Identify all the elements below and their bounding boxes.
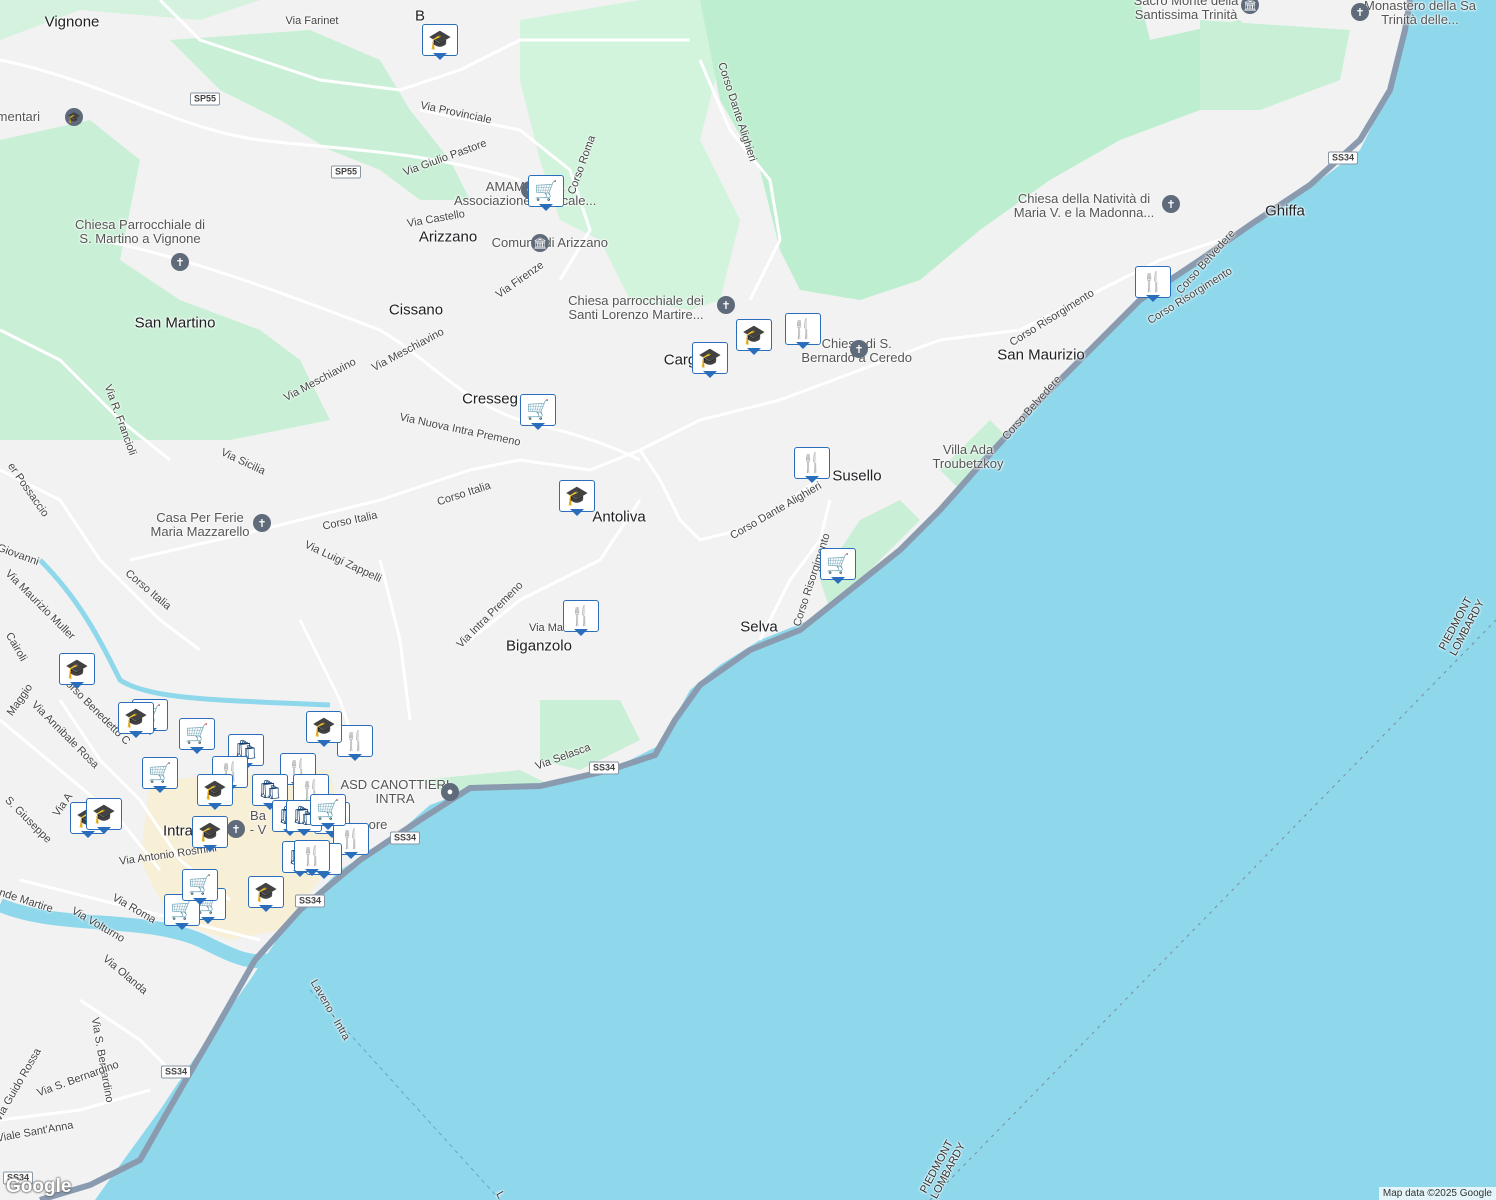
road-label: Via Ma xyxy=(528,622,564,634)
restaurant-icon: 🍴 xyxy=(343,730,367,752)
road-shield: SP55 xyxy=(189,92,221,106)
shopping-bag-icon: 🛍 xyxy=(257,779,283,801)
church-icon[interactable]: ✝ xyxy=(253,514,271,532)
poi-label[interactable]: Villa Ada Troubetzkoy xyxy=(932,443,1003,471)
restaurant-icon: 🍴 xyxy=(300,845,324,867)
road-shield: SP55 xyxy=(330,165,362,179)
restaurant-marker[interactable]: 🍴 xyxy=(794,447,830,483)
pin-icon[interactable]: ● xyxy=(441,783,459,801)
place-label[interactable]: Susello xyxy=(832,468,881,485)
poi-label[interactable]: Monastero della Sa Trinità delle... xyxy=(1364,0,1476,27)
school-icon: 🎓 xyxy=(565,485,589,507)
place-label[interactable]: Biganzolo xyxy=(506,638,572,655)
shopping-cart-icon: 🛒 xyxy=(148,762,172,784)
church-icon[interactable]: ✝ xyxy=(1351,3,1369,21)
school-marker[interactable]: 🎓 xyxy=(59,653,95,689)
poi-label[interactable]: Sacro Monte della Santissima Trinità xyxy=(1134,0,1239,22)
school-icon: 🎓 xyxy=(124,707,148,729)
school-icon: 🎓 xyxy=(254,881,278,903)
poi-label[interactable]: Casa Per Ferie Maria Mazzarello xyxy=(151,511,250,539)
school-icon: 🎓 xyxy=(428,29,452,51)
restaurant-marker[interactable]: 🍴 xyxy=(337,725,373,761)
town-hall-icon[interactable]: 🏛 xyxy=(531,234,549,252)
school-icon: 🎓 xyxy=(312,716,336,738)
place-label[interactable]: Cresseg xyxy=(462,391,518,408)
place-label[interactable]: Cissano xyxy=(389,302,443,319)
shopping-cart-icon: 🛒 xyxy=(185,723,209,745)
shopping-cart-marker[interactable]: 🛒 xyxy=(520,394,556,430)
restaurant-icon: 🍴 xyxy=(791,318,815,340)
place-label[interactable]: Arizzano xyxy=(419,229,477,246)
shopping-cart-icon: 🛒 xyxy=(188,874,212,896)
school-icon: 🎓 xyxy=(92,803,116,825)
shopping-cart-icon: 🛒 xyxy=(826,553,850,575)
poi-label[interactable]: Chiesa della Natività di Maria V. e la Ma… xyxy=(1014,192,1154,220)
school-marker[interactable]: 🎓 xyxy=(559,480,595,516)
restaurant-marker[interactable]: 🍴 xyxy=(294,840,330,876)
poi-label[interactable]: Chiesa parrocchiale dei Santi Lorenzo Mar… xyxy=(568,294,704,322)
restaurant-icon: 🍴 xyxy=(800,452,824,474)
poi-label[interactable]: ore xyxy=(369,818,388,832)
map-attribution[interactable]: Map data ©2025 Google xyxy=(1378,1187,1496,1200)
church-icon[interactable]: ✝ xyxy=(1162,195,1180,213)
school-marker[interactable]: 🎓 xyxy=(192,816,228,852)
school-icon: 🎓 xyxy=(698,347,722,369)
place-label[interactable]: Selva xyxy=(740,619,778,636)
shopping-cart-marker[interactable]: 🛒 xyxy=(179,718,215,754)
school-marker[interactable]: 🎓 xyxy=(736,319,772,355)
place-label[interactable]: Antoliva xyxy=(592,509,645,526)
road-shield: SS34 xyxy=(588,761,620,775)
school-icon: 🎓 xyxy=(198,821,222,843)
poi-label[interactable]: ASD CANOTTIERI INTRA xyxy=(340,778,449,806)
school-icon: 🎓 xyxy=(65,658,89,680)
place-label[interactable]: Intra xyxy=(163,823,193,840)
road-shield: SS34 xyxy=(389,831,421,845)
school-marker[interactable]: 🎓 xyxy=(692,342,728,378)
google-logo[interactable]: Google xyxy=(6,1176,71,1198)
restaurant-icon: 🍴 xyxy=(569,605,593,627)
shopping-cart-icon: 🛒 xyxy=(534,180,558,202)
restaurant-marker[interactable]: 🍴 xyxy=(785,313,821,349)
shopping-cart-marker[interactable]: 🛒 xyxy=(182,869,218,905)
road-shield: SS34 xyxy=(1327,151,1359,165)
shopping-cart-marker[interactable]: 🛒 xyxy=(820,548,856,584)
road-label: Via Farinet xyxy=(285,15,339,27)
map-canvas[interactable]: Vignone Arizzano Cissano San Martino Cresseg… xyxy=(0,0,1496,1200)
shopping-cart-marker[interactable]: 🛒 xyxy=(310,794,346,830)
restaurant-marker[interactable]: 🍴 xyxy=(563,600,599,636)
school-icon: 🎓 xyxy=(203,779,227,801)
school-icon[interactable]: 🎓 xyxy=(65,108,83,126)
church-icon[interactable]: ✝ xyxy=(717,296,735,314)
restaurant-icon: 🍴 xyxy=(339,828,363,850)
church-icon[interactable]: ✝ xyxy=(227,820,245,838)
shopping-cart-icon: 🛒 xyxy=(316,799,340,821)
school-marker[interactable]: 🎓 xyxy=(86,798,122,834)
road-shield: SS34 xyxy=(160,1065,192,1079)
place-label[interactable]: B xyxy=(415,8,425,25)
school-marker[interactable]: 🎓 xyxy=(248,876,284,912)
shopping-cart-marker[interactable]: 🛒 xyxy=(142,757,178,793)
place-label[interactable]: San Martino xyxy=(135,315,216,332)
school-icon: 🎓 xyxy=(742,324,766,346)
poi-label[interactable]: Comune di Arizzano xyxy=(492,236,608,250)
poi-label[interactable]: Chiesa Parrocchiale di S. Martino a Vigno… xyxy=(75,218,205,246)
place-label[interactable]: Ghiffa xyxy=(1265,203,1305,220)
church-icon[interactable]: ✝ xyxy=(850,340,868,358)
road-shield: SS34 xyxy=(294,894,326,908)
poi-label[interactable]: Elementari xyxy=(0,110,40,124)
place-label[interactable]: Vignone xyxy=(45,14,100,31)
school-marker[interactable]: 🎓 xyxy=(118,702,154,738)
restaurant-icon: 🍴 xyxy=(1141,271,1165,293)
restaurant-marker[interactable]: 🍴 xyxy=(1135,266,1171,302)
shopping-cart-marker[interactable]: 🛒 xyxy=(528,175,564,211)
church-icon[interactable]: ✝ xyxy=(171,253,189,271)
school-marker[interactable]: 🎓 xyxy=(306,711,342,747)
school-marker[interactable]: 🎓 xyxy=(197,774,233,810)
poi-label[interactable]: Ba - V xyxy=(250,809,267,837)
map-base-layer xyxy=(0,0,1496,1200)
place-label[interactable]: San Maurizio xyxy=(997,347,1085,364)
school-marker[interactable]: 🎓 xyxy=(422,24,458,60)
shopping-cart-icon: 🛒 xyxy=(526,399,550,421)
